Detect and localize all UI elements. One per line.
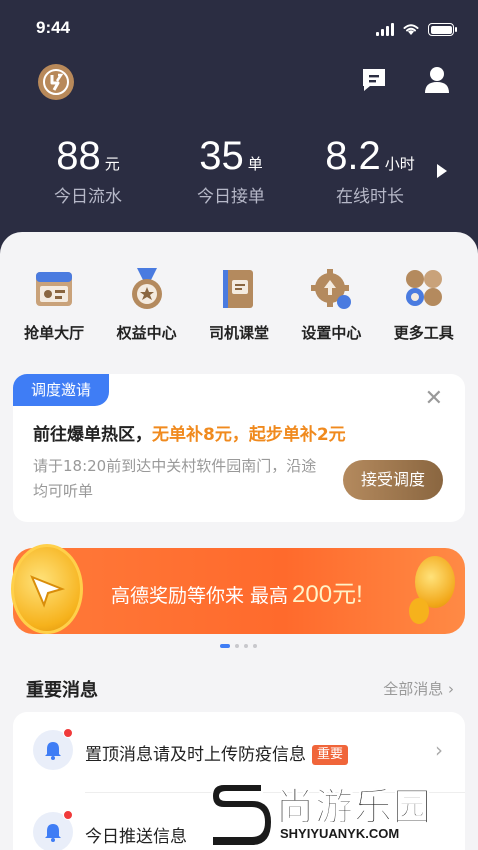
stat-unit: 小时 bbox=[384, 155, 415, 173]
close-icon[interactable]: ✕ bbox=[425, 388, 443, 410]
all-messages-link[interactable]: 全部消息 › bbox=[383, 678, 454, 699]
logo-mark-icon bbox=[43, 69, 69, 95]
gear-icon bbox=[308, 266, 354, 312]
status-time: 9:44 bbox=[36, 18, 71, 37]
stat-online-hours[interactable]: 8.2 小时 在线时长 bbox=[322, 134, 418, 207]
invite-subsidy-highlight: 无单补8元，起步单补2元 bbox=[152, 425, 346, 445]
header: 9:44 88 元 今日流水 35 单 今日接单 8.2 小时 在线时长 bbox=[0, 0, 478, 270]
message-title: 置顶消息请及时上传防疫信息 bbox=[85, 745, 306, 765]
banner-text: 高德奖励等你来 最高 200元! bbox=[111, 574, 363, 609]
stats-next-arrow-icon[interactable] bbox=[437, 164, 447, 178]
gold-coin-icon bbox=[11, 544, 83, 634]
chevron-right-icon: › bbox=[435, 738, 443, 762]
stat-value: 8.2 bbox=[325, 134, 381, 178]
profile-icon[interactable] bbox=[424, 66, 450, 94]
medal-icon bbox=[124, 266, 170, 312]
carousel-dot[interactable] bbox=[235, 644, 239, 648]
important-messages-title: 重要消息 bbox=[26, 680, 98, 701]
banner-amount: 200元! bbox=[292, 581, 363, 608]
stat-orders[interactable]: 35 单 今日接单 bbox=[188, 134, 274, 207]
carousel-dot[interactable] bbox=[244, 644, 248, 648]
all-messages-label: 全部消息 bbox=[383, 680, 444, 698]
watermark-name: 尚游乐园 bbox=[275, 785, 433, 830]
status-bar: 9:44 bbox=[0, 18, 478, 44]
unread-dot bbox=[63, 810, 73, 820]
top-actions bbox=[360, 66, 450, 94]
stat-revenue[interactable]: 88 元 今日流水 bbox=[48, 134, 128, 207]
invite-tag: 调度邀请 bbox=[13, 374, 109, 406]
message-text: 置顶消息请及时上传防疫信息 重要 bbox=[85, 740, 349, 765]
status-icons bbox=[376, 22, 457, 36]
dispatch-invite-card: 调度邀请 ✕ 前往爆单热区，无单补8元，起步单补2元 请于18:20前到达中关村… bbox=[13, 374, 465, 522]
tool-benefits-center[interactable]: 权益中心 bbox=[103, 266, 191, 343]
order-hall-icon bbox=[31, 266, 77, 312]
carousel-dot[interactable] bbox=[253, 644, 257, 648]
invite-title: 前往爆单热区，无单补8元，起步单补2元 bbox=[33, 420, 346, 445]
accept-dispatch-button[interactable]: 接受调度 bbox=[343, 460, 443, 500]
more-tools-icon bbox=[401, 266, 447, 312]
message-icon[interactable] bbox=[360, 66, 388, 94]
tool-label: 权益中心 bbox=[116, 324, 177, 342]
tool-driver-class[interactable]: 司机课堂 bbox=[195, 266, 283, 343]
message-title: 今日推送信息 bbox=[85, 827, 187, 847]
tool-label: 抢单大厅 bbox=[24, 324, 85, 342]
important-badge: 重要 bbox=[312, 745, 349, 765]
tool-label: 更多工具 bbox=[393, 324, 454, 342]
watermark-logo-icon bbox=[210, 783, 272, 847]
gold-coin-tiny-icon bbox=[409, 598, 429, 624]
invite-description: 请于18:20前到达中关村软件园南门，沿途均可听单 bbox=[33, 457, 317, 500]
banner-message: 高德奖励等你来 最高 bbox=[111, 585, 289, 607]
carousel-dot[interactable] bbox=[220, 644, 230, 648]
stat-value: 35 bbox=[199, 134, 244, 178]
stat-label: 在线时长 bbox=[336, 187, 404, 207]
unread-dot bbox=[63, 728, 73, 738]
chevron-right-icon: › bbox=[448, 680, 454, 698]
tool-more-tools[interactable]: 更多工具 bbox=[380, 266, 468, 343]
book-icon bbox=[216, 266, 262, 312]
cellular-signal-icon bbox=[376, 22, 394, 36]
reward-banner[interactable]: 高德奖励等你来 最高 200元! bbox=[11, 544, 465, 634]
tool-label: 司机课堂 bbox=[208, 324, 269, 342]
tool-grid: 抢单大厅 权益中心 司机课堂 设置中心 更多工具 bbox=[0, 266, 478, 343]
stat-label: 今日流水 bbox=[54, 187, 122, 207]
battery-icon bbox=[428, 23, 457, 36]
stat-label: 今日接单 bbox=[197, 187, 265, 207]
stat-unit: 单 bbox=[247, 155, 263, 173]
tool-settings-center[interactable]: 设置中心 bbox=[287, 266, 375, 343]
tool-label: 设置中心 bbox=[301, 324, 362, 342]
stat-value: 88 bbox=[56, 134, 101, 178]
watermark-url: SHYIYUANYK.COM bbox=[280, 826, 400, 841]
content-sheet: 抢单大厅 权益中心 司机课堂 设置中心 更多工具 调度邀请 ✕ 前往爆单热区，无… bbox=[0, 232, 478, 850]
app-logo bbox=[38, 64, 74, 100]
message-text: 今日推送信息 bbox=[85, 822, 187, 847]
carousel-indicator bbox=[220, 644, 257, 648]
stat-unit: 元 bbox=[104, 155, 120, 173]
site-watermark: 尚游乐园 SHYIYUANYK.COM bbox=[206, 776, 478, 850]
invite-title-prefix: 前往爆单热区， bbox=[33, 425, 152, 445]
tool-order-hall[interactable]: 抢单大厅 bbox=[10, 266, 98, 343]
wifi-icon bbox=[403, 24, 419, 35]
